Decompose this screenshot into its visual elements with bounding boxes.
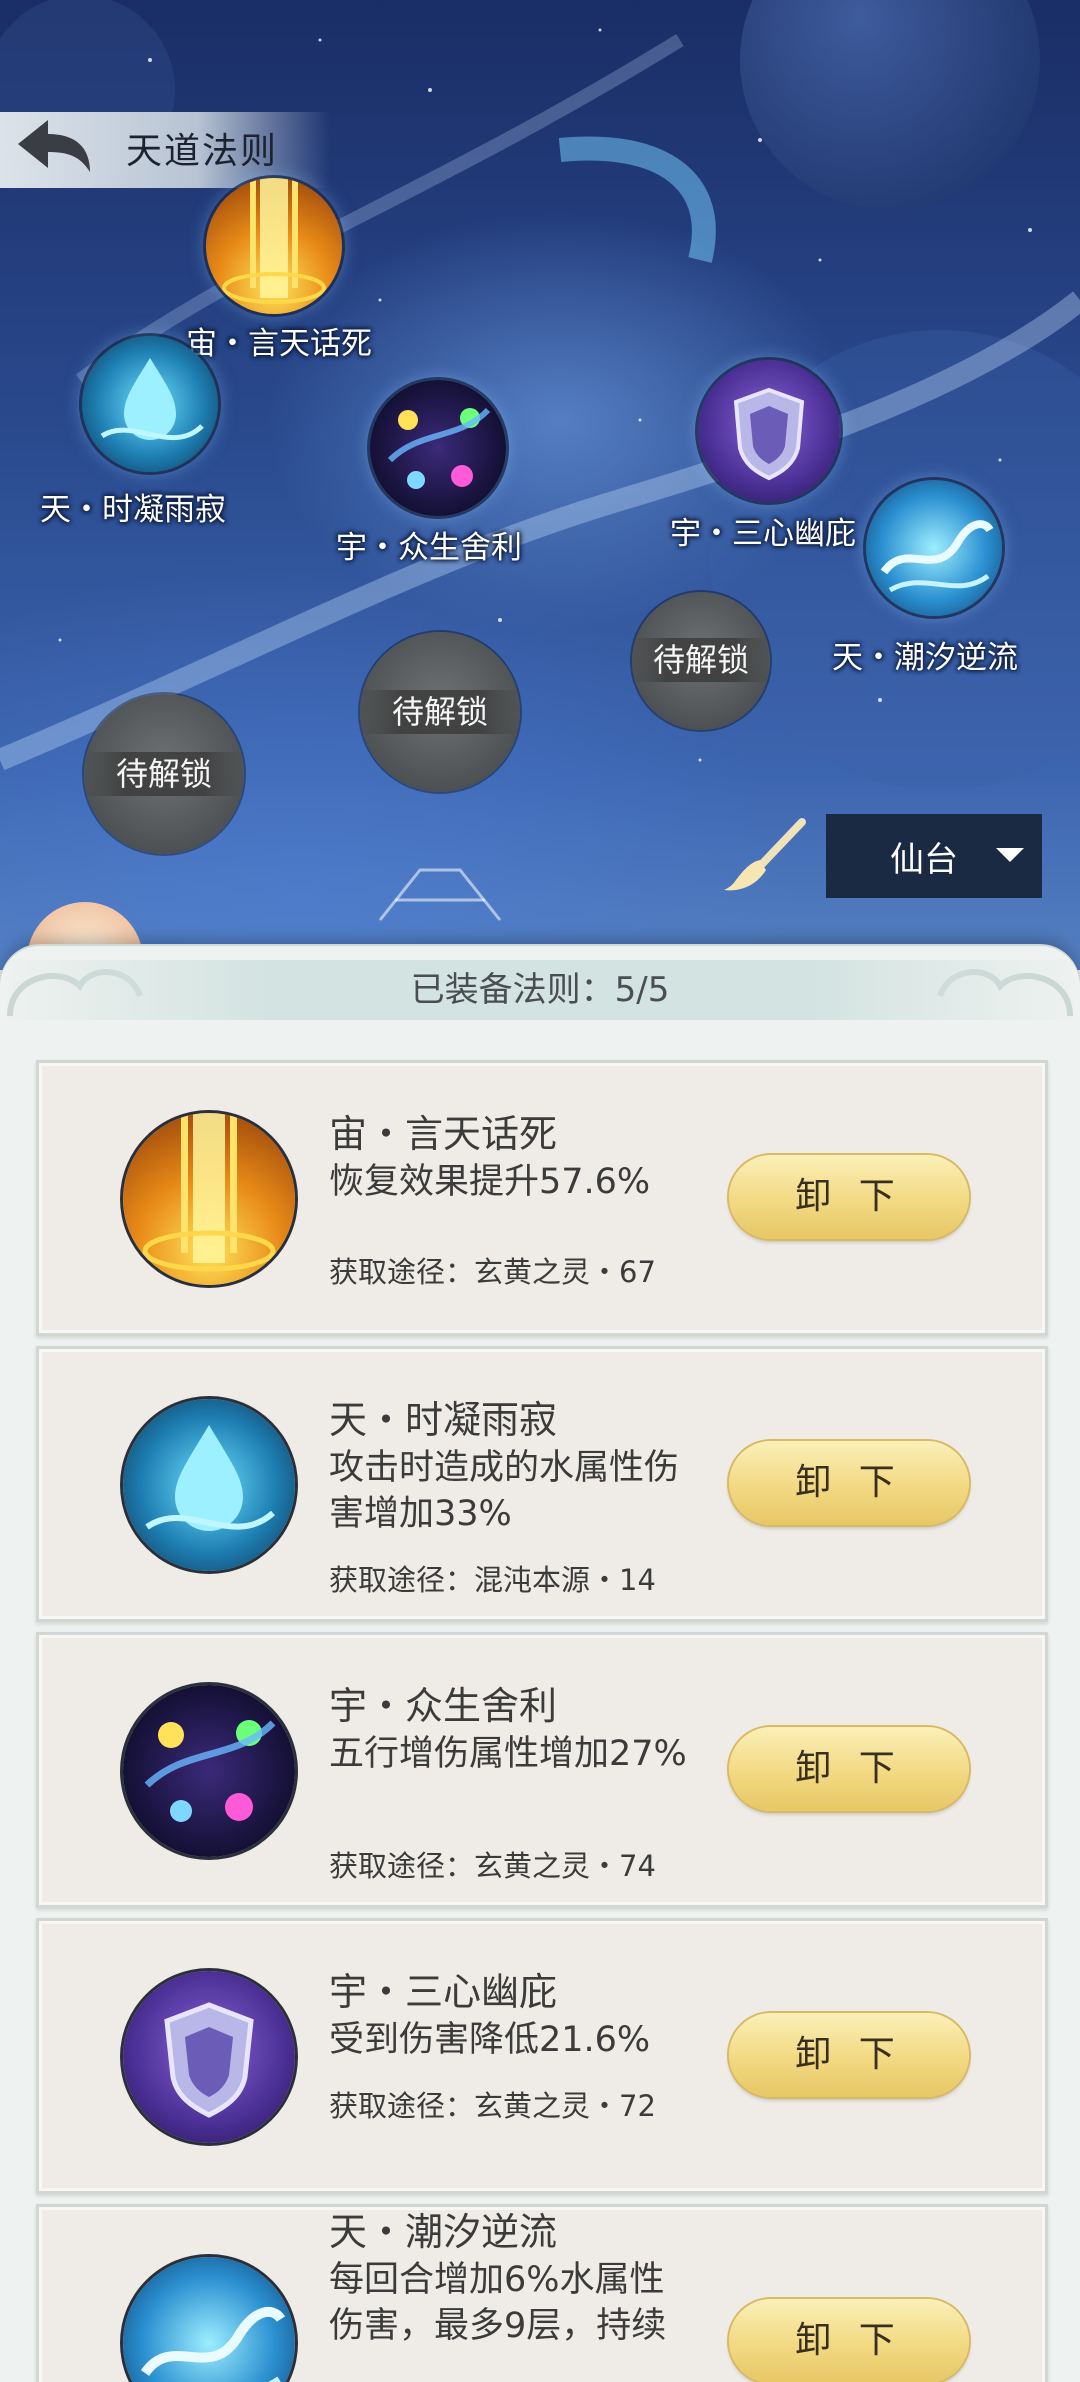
realm-select-dropdown[interactable]: 仙台 xyxy=(826,814,1042,898)
node-label: 宇・众生舍利 xyxy=(336,530,522,566)
unequip-button[interactable]: 卸 下 xyxy=(729,2299,969,2382)
rule-effect: 五行增伤属性增加27% xyxy=(329,1734,687,1774)
rule-name: 宙・言天话死 xyxy=(329,1112,558,1156)
rule-effect: 恢复效果提升57.6% xyxy=(329,1162,651,1202)
shield-icon xyxy=(698,360,840,502)
map-node-tian-chaoxi[interactable]: 天・潮汐逆流 xyxy=(828,480,1078,680)
golden-pillar-icon xyxy=(123,1113,295,1285)
rule-effect: 攻击时造成的水属性伤害增加33% xyxy=(329,1448,680,1534)
rule-source: 获取途径：玄黄之灵・67 xyxy=(329,1255,656,1289)
locked-slot[interactable]: 待解锁 xyxy=(632,592,770,730)
water-drop-icon xyxy=(82,336,218,472)
star-map: 天道法则 宙・言天话死 天・时凝雨寂 宇・众生舍利 宇・三心幽庇 天・潮汐逆流 xyxy=(0,0,1080,970)
unequip-button[interactable]: 卸 下 xyxy=(729,1155,969,1239)
back-arrow-icon[interactable] xyxy=(14,116,94,182)
rule-name: 天・时凝雨寂 xyxy=(329,1398,558,1442)
locked-slot[interactable]: 待解锁 xyxy=(84,694,244,854)
brush-icon[interactable] xyxy=(722,818,806,894)
node-label: 天・时凝雨寂 xyxy=(40,492,226,528)
tidal-wave-icon xyxy=(123,2257,295,2382)
rule-name: 天・潮汐逆流 xyxy=(329,2210,558,2254)
comet-swirl-icon xyxy=(370,380,506,516)
node-label: 天・潮汐逆流 xyxy=(832,640,1018,676)
rule-effect: 受到伤害降低21.6% xyxy=(329,2020,651,2060)
rule-name: 宇・三心幽庇 xyxy=(329,1970,558,2014)
rule-source: 获取途径：玄黄之灵・72 xyxy=(329,2089,656,2123)
map-node-yu-zhongsheng[interactable]: 宇・众生舍利 xyxy=(330,380,560,570)
page-title: 天道法则 xyxy=(126,131,279,172)
rule-card: 宙・言天话死 恢复效果提升57.6% 获取途径：玄黄之灵・67 卸 下 xyxy=(36,1060,1048,1336)
equipped-panel: 已装备法则：5/5 宙・言天话死 恢复效果提升57.6% 获取途径：玄黄之灵・6… xyxy=(0,946,1080,2382)
rule-card: 天・潮汐逆流 每回合增加6%水属性伤害，最多9层，持续 卸 下 xyxy=(36,2204,1048,2382)
unequip-button[interactable]: 卸 下 xyxy=(729,2013,969,2097)
rule-source: 获取途径：混沌本源・14 xyxy=(329,1563,656,1597)
rule-card: 宇・三心幽庇 受到伤害降低21.6% 获取途径：玄黄之灵・72 卸 下 xyxy=(36,1918,1048,2194)
locked-slot[interactable]: 待解锁 xyxy=(360,632,520,792)
unequip-button[interactable]: 卸 下 xyxy=(729,1727,969,1811)
golden-pillar-icon xyxy=(206,178,342,314)
water-drop-icon xyxy=(123,1399,295,1571)
rule-name: 宇・众生舍利 xyxy=(329,1684,558,1728)
select-value: 仙台 xyxy=(890,840,958,880)
equipped-count-header: 已装备法则：5/5 xyxy=(0,960,1080,1020)
comet-swirl-icon xyxy=(123,1685,295,1857)
rule-card: 天・时凝雨寂 攻击时造成的水属性伤害增加33% 获取途径：混沌本源・14 卸 下 xyxy=(36,1346,1048,1622)
locked-label: 待解锁 xyxy=(632,638,770,682)
chevron-down-icon xyxy=(996,848,1024,862)
unequip-button[interactable]: 卸 下 xyxy=(729,1441,969,1525)
shield-icon xyxy=(123,1971,295,2143)
rule-source: 获取途径：玄黄之灵・74 xyxy=(329,1849,656,1883)
map-node-tian-shining[interactable]: 天・时凝雨寂 xyxy=(30,336,270,532)
locked-label: 待解锁 xyxy=(360,690,520,734)
rule-card: 宇・众生舍利 五行增伤属性增加27% 获取途径：玄黄之灵・74 卸 下 xyxy=(36,1632,1048,1908)
rule-effect: 每回合增加6%水属性伤害，最多9层，持续 xyxy=(329,2260,667,2346)
locked-label: 待解锁 xyxy=(84,752,244,796)
tidal-wave-icon xyxy=(866,480,1002,616)
